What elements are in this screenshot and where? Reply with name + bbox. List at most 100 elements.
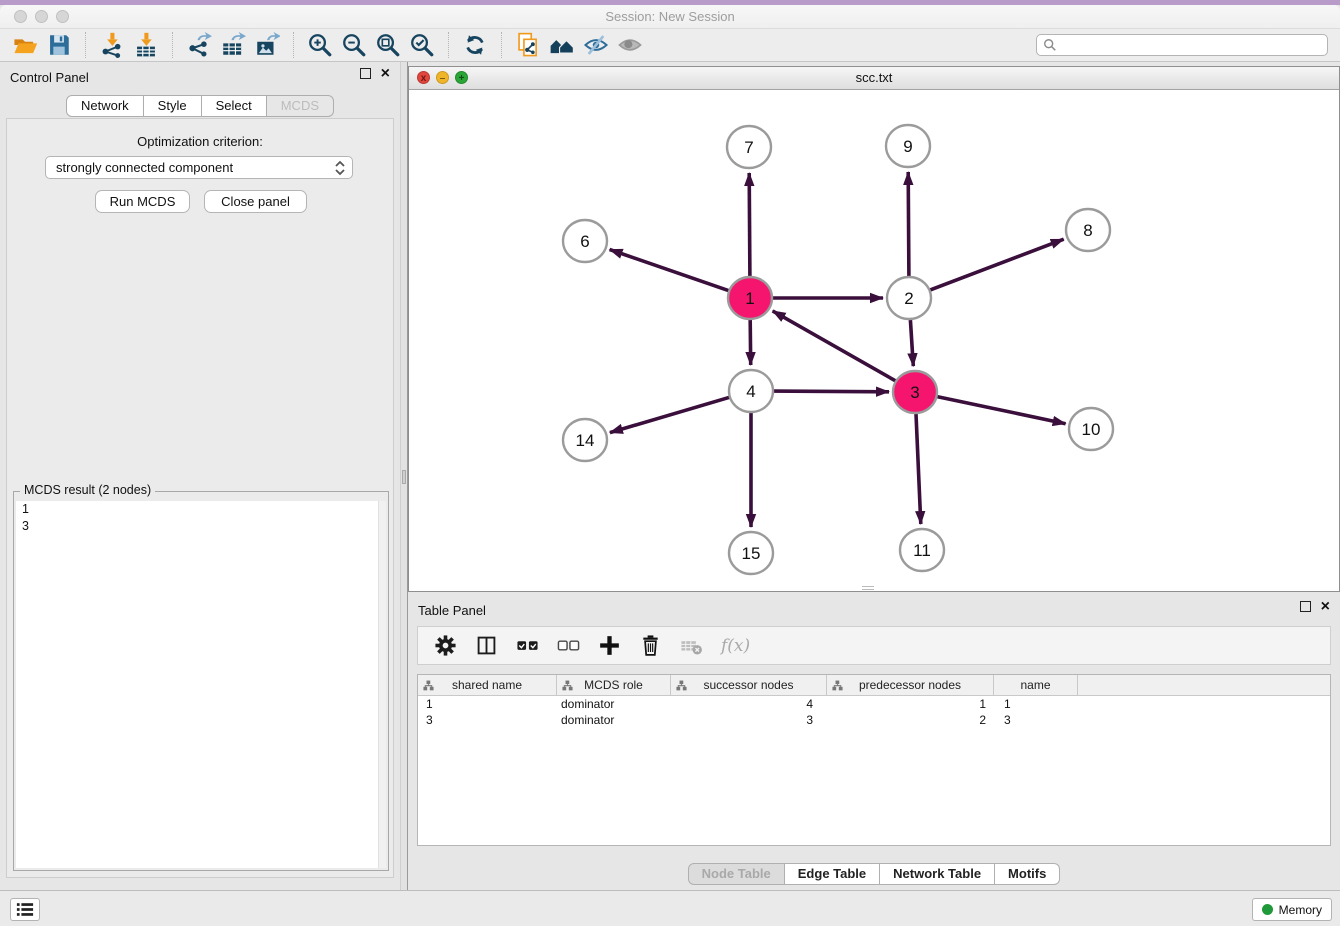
result-line: 3	[16, 518, 386, 535]
graph-edge-1-4[interactable]	[750, 320, 751, 365]
network-window-titlebar[interactable]: x – + scc.txt	[409, 67, 1339, 90]
close-table-panel-icon[interactable]: ×	[1321, 601, 1330, 612]
graph-node-10[interactable]: 10	[1069, 408, 1113, 450]
tab-network-table[interactable]: Network Table	[880, 863, 995, 885]
close-panel-button[interactable]: Close panel	[204, 190, 307, 213]
table-row[interactable]: 3dominator323	[418, 712, 1330, 728]
export-network-button[interactable]	[182, 30, 216, 60]
mcds-panel: Optimization criterion: strongly connect…	[6, 118, 394, 878]
select-all-check-button[interactable]	[514, 633, 540, 659]
tab-style[interactable]: Style	[144, 95, 202, 117]
task-history-button[interactable]	[10, 898, 40, 921]
graph-edge-4-14[interactable]	[610, 397, 730, 432]
splitter-grip[interactable]	[402, 470, 406, 484]
graph-node-3[interactable]: 3	[893, 371, 937, 413]
cell-name[interactable]: 3	[994, 712, 1078, 728]
tab-node-table[interactable]: Node Table	[688, 863, 785, 885]
cell-shared-name[interactable]: 1	[418, 696, 557, 712]
graph-node-6[interactable]: 6	[563, 220, 607, 262]
open-session-button[interactable]	[8, 30, 42, 60]
delete-row-button[interactable]	[637, 633, 663, 659]
graph-node-14[interactable]: 14	[563, 419, 607, 461]
save-session-button[interactable]	[42, 30, 76, 60]
column-header-successor-nodes[interactable]: successor nodes	[671, 675, 827, 695]
table-body: 1dominator4113dominator323	[418, 696, 1330, 728]
export-table-button[interactable]	[216, 30, 250, 60]
toggle-panes-button[interactable]	[473, 633, 499, 659]
graph-edge-2-8[interactable]	[930, 239, 1064, 290]
tab-mcds[interactable]: MCDS	[267, 95, 334, 117]
column-header-name[interactable]: name	[994, 675, 1078, 695]
cell-predecessor-nodes[interactable]: 1	[827, 696, 994, 712]
cell-successor-nodes[interactable]: 4	[671, 696, 827, 712]
import-network-button[interactable]	[95, 30, 129, 60]
graph-edge-2-3[interactable]	[910, 320, 913, 366]
graph-edge-3-11[interactable]	[916, 414, 921, 524]
refresh-icon	[462, 32, 488, 58]
hide-selected-button[interactable]	[579, 30, 613, 60]
tab-network[interactable]: Network	[66, 95, 144, 117]
mcds-result-text[interactable]: 13	[16, 501, 386, 868]
function-builder-button[interactable]: f(x)	[721, 636, 750, 656]
memory-button[interactable]: Memory	[1252, 898, 1332, 921]
tab-edge-table[interactable]: Edge Table	[785, 863, 880, 885]
cell-predecessor-nodes[interactable]: 2	[827, 712, 994, 728]
graph-edge-2-9[interactable]	[908, 172, 909, 276]
graph-node-2[interactable]: 2	[887, 277, 931, 319]
tab-motifs[interactable]: Motifs	[995, 863, 1060, 885]
graph-node-1[interactable]: 1	[728, 277, 772, 319]
graph-node-8[interactable]: 8	[1066, 209, 1110, 251]
cell-successor-nodes[interactable]: 3	[671, 712, 827, 728]
vertical-splitter[interactable]	[400, 62, 408, 890]
search-field[interactable]	[1036, 34, 1328, 56]
graph-edge-3-10[interactable]	[937, 397, 1066, 424]
column-settings-button[interactable]	[432, 633, 458, 659]
run-mcds-button[interactable]: Run MCDS	[95, 190, 190, 213]
graph-node-15[interactable]: 15	[729, 532, 773, 574]
toolbar-separator	[501, 32, 502, 58]
cell-MCDS-role[interactable]: dominator	[557, 712, 671, 728]
import-table-button[interactable]	[129, 30, 163, 60]
column-header-MCDS-role[interactable]: MCDS role	[557, 675, 671, 695]
graph-node-7[interactable]: 7	[727, 126, 771, 168]
show-all-button[interactable]	[613, 30, 647, 60]
network-resize-grip[interactable]	[862, 586, 874, 590]
add-row-button[interactable]	[596, 633, 622, 659]
graph-edge-1-6[interactable]	[610, 250, 730, 291]
svg-text:10: 10	[1082, 420, 1101, 439]
close-panel-icon[interactable]: ×	[381, 68, 390, 79]
export-image-button[interactable]	[250, 30, 284, 60]
network-canvas[interactable]: 7 9 6 8 1 2 4 3 14 10 15 11	[409, 90, 1339, 591]
column-settings-icon	[434, 634, 457, 657]
result-scrollbar[interactable]	[378, 501, 386, 868]
zoom-fit-button[interactable]	[371, 30, 405, 60]
float-table-panel-icon[interactable]	[1300, 601, 1311, 612]
criterion-dropdown[interactable]: strongly connected component	[45, 156, 353, 179]
deselect-all-check-button[interactable]	[555, 633, 581, 659]
zoom-selected-button[interactable]	[405, 30, 439, 60]
column-header-label: shared name	[452, 678, 522, 692]
refresh-button[interactable]	[458, 30, 492, 60]
graph-node-11[interactable]: 11	[900, 529, 944, 571]
graph-edge-3-1[interactable]	[773, 311, 896, 381]
zoom-out-button[interactable]	[337, 30, 371, 60]
column-header-predecessor-nodes[interactable]: predecessor nodes	[827, 675, 994, 695]
graph-edge-4-3[interactable]	[773, 391, 889, 392]
graph-edge-1-7[interactable]	[749, 173, 750, 276]
float-panel-icon[interactable]	[360, 68, 371, 79]
optimization-criterion-label: Optimization criterion:	[7, 134, 393, 149]
cell-name[interactable]: 1	[994, 696, 1078, 712]
cell-shared-name[interactable]: 3	[418, 712, 557, 728]
zoom-in-button[interactable]	[303, 30, 337, 60]
clone-network-button[interactable]	[511, 30, 545, 60]
graph-node-4[interactable]: 4	[729, 370, 773, 412]
cell-MCDS-role[interactable]: dominator	[557, 696, 671, 712]
graph-node-9[interactable]: 9	[886, 125, 930, 167]
table-row[interactable]: 1dominator411	[418, 696, 1330, 712]
tab-select[interactable]: Select	[202, 95, 267, 117]
home-button[interactable]	[545, 30, 579, 60]
toolbar-separator	[448, 32, 449, 58]
search-input[interactable]	[1061, 38, 1327, 52]
node-table: shared name MCDS rolesuccessor nodesprede…	[417, 674, 1331, 846]
column-header-shared-name[interactable]: shared name	[418, 675, 557, 695]
